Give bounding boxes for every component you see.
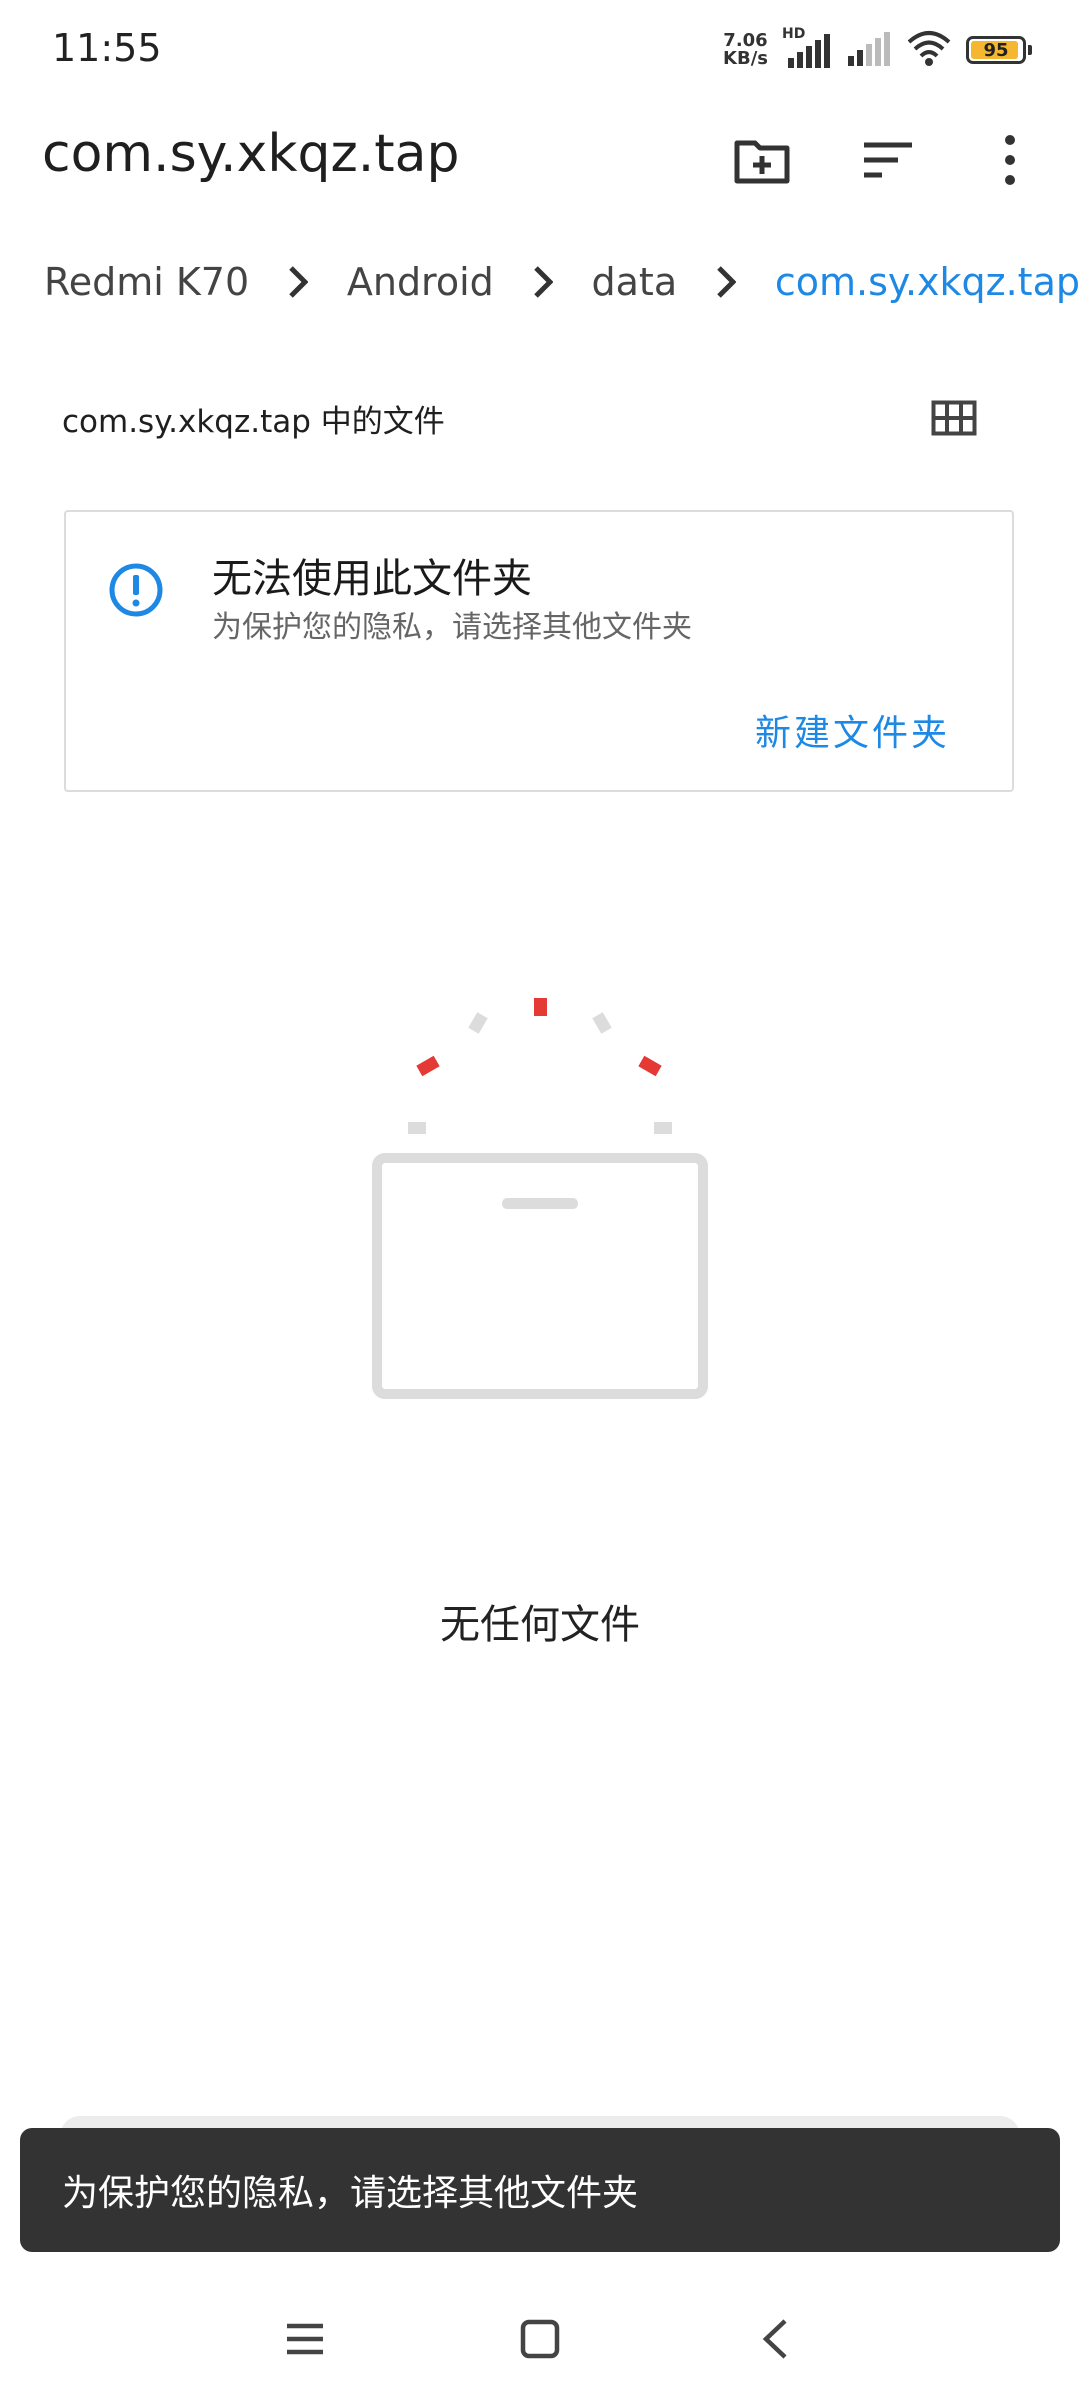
network-speed-unit: KB/s (723, 48, 768, 69)
menu-icon (287, 2323, 323, 2355)
battery-level: 95 (983, 39, 1009, 61)
folder-unavailable-card: 无法使用此文件夹 为保护您的隐私，请选择其他文件夹 新建文件夹 (64, 510, 1014, 792)
sort-button[interactable] (852, 124, 924, 196)
back-icon (762, 2319, 787, 2359)
home-button[interactable] (505, 2304, 575, 2374)
recent-apps-button[interactable] (270, 2304, 340, 2374)
info-alert-icon (108, 562, 164, 618)
sort-icon (864, 142, 912, 178)
breadcrumb-item-data[interactable]: data (592, 260, 678, 304)
system-nav-bar (0, 2274, 1080, 2400)
status-icons: 7.06 KB/s HD 95 (723, 26, 1032, 72)
card-title: 无法使用此文件夹 (212, 556, 532, 602)
new-folder-icon (734, 140, 790, 184)
new-folder-button[interactable] (726, 124, 798, 196)
breadcrumb-item-current[interactable]: com.sy.xkqz.tap (775, 260, 1080, 304)
breadcrumb-item-android[interactable]: Android (347, 260, 494, 304)
battery-icon: 95 (966, 36, 1032, 64)
page-title: com.sy.xkqz.tap (42, 124, 460, 184)
grid-view-icon (931, 400, 977, 436)
breadcrumb: Redmi K70 Android data com.sy.xkqz.tap (44, 252, 1080, 312)
empty-box-icon (360, 980, 720, 1410)
signal-hd-icon: HD (782, 26, 832, 70)
signal-icon (846, 28, 892, 72)
more-options-button[interactable] (974, 124, 1046, 196)
chevron-right-icon (249, 265, 347, 299)
top-app-bar: com.sy.xkqz.tap (0, 110, 1080, 210)
new-folder-action-button[interactable]: 新建文件夹 (755, 704, 950, 756)
more-vert-icon (1005, 135, 1015, 185)
chevron-right-icon (494, 265, 592, 299)
back-button[interactable] (740, 2304, 810, 2374)
home-icon (520, 2319, 560, 2359)
snackbar-text: 为保护您的隐私，请选择其他文件夹 (62, 2173, 639, 2214)
chevron-right-icon (677, 265, 775, 299)
card-subtitle: 为保护您的隐私，请选择其他文件夹 (212, 610, 692, 645)
grid-view-button[interactable] (922, 390, 986, 446)
empty-state-text: 无任何文件 (440, 1602, 640, 1648)
breadcrumb-item-redmi-k70[interactable]: Redmi K70 (44, 260, 249, 304)
status-time: 11:55 (52, 26, 162, 70)
status-bar: 11:55 7.06 KB/s HD 95 (0, 0, 1080, 100)
section-header: com.sy.xkqz.tap 中的文件 (62, 404, 445, 440)
snackbar: 为保护您的隐私，请选择其他文件夹 (20, 2128, 1060, 2252)
wifi-icon (906, 28, 952, 72)
network-speed: 7.06 KB/s (723, 32, 768, 68)
